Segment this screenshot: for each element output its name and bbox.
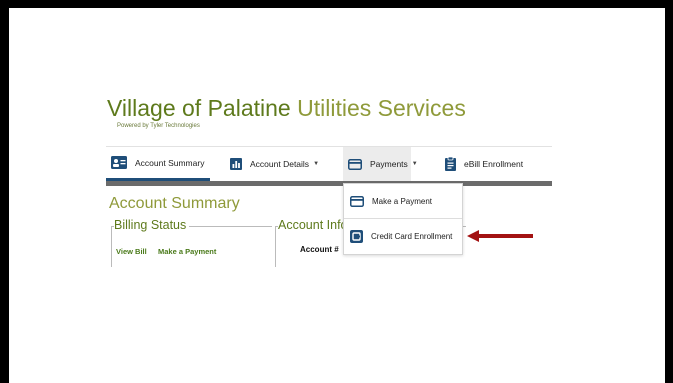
nav-account-details-label: Account Details xyxy=(250,159,310,169)
chevron-down-icon: ▼ xyxy=(313,161,320,167)
powered-by-text: Powered by Tyler Technologies xyxy=(117,123,200,129)
menu-item-make-a-payment[interactable]: Make a Payment xyxy=(344,184,462,218)
screenshot-frame xyxy=(9,8,665,383)
nav-ebill-enrollment[interactable]: eBill Enrollment xyxy=(445,147,523,181)
nav-payments[interactable]: Payments ▼ xyxy=(343,147,418,181)
account-number-label: Account # xyxy=(300,245,339,254)
document-icon xyxy=(445,157,456,171)
payments-dropdown-menu: Make a Payment Credit Card Enrollment xyxy=(343,183,463,255)
menu-item-credit-card-enrollment-label: Credit Card Enrollment xyxy=(371,231,453,241)
make-a-payment-link[interactable]: Make a Payment xyxy=(158,247,216,256)
chevron-down-icon: ▼ xyxy=(411,161,418,167)
main-nav: Account Summary Account Details ▼ Paymen… xyxy=(106,147,552,181)
view-bill-link[interactable]: View Bill xyxy=(116,247,147,256)
bar-chart-icon xyxy=(230,158,242,170)
red-pointer-arrow-icon xyxy=(467,229,533,247)
billing-status-title: Billing Status xyxy=(114,218,190,232)
credit-card-icon xyxy=(350,195,364,207)
nav-account-summary-label: Account Summary xyxy=(135,157,205,168)
account-card-icon xyxy=(111,156,127,169)
site-title-village: Village of Palatine xyxy=(107,95,291,121)
billing-status-panel: Billing Status View Bill Make a Payment xyxy=(111,218,272,267)
menu-item-make-a-payment-label: Make a Payment xyxy=(372,196,433,206)
nav-bottom-bar xyxy=(106,181,552,186)
page-title: Account Summary xyxy=(109,195,240,212)
nav-account-details[interactable]: Account Details ▼ xyxy=(230,147,319,181)
nav-ebill-enrollment-label: eBill Enrollment xyxy=(464,159,524,169)
nav-account-summary[interactable]: Account Summary xyxy=(106,147,210,181)
site-title: Village of Palatine Utilities Services xyxy=(107,95,466,121)
menu-item-credit-card-enrollment[interactable]: Credit Card Enrollment xyxy=(344,219,462,253)
site-title-utilities: Utilities Services xyxy=(297,95,466,121)
nav-payments-label: Payments xyxy=(370,159,408,169)
card-enroll-icon xyxy=(350,229,363,243)
credit-card-icon xyxy=(348,158,362,170)
